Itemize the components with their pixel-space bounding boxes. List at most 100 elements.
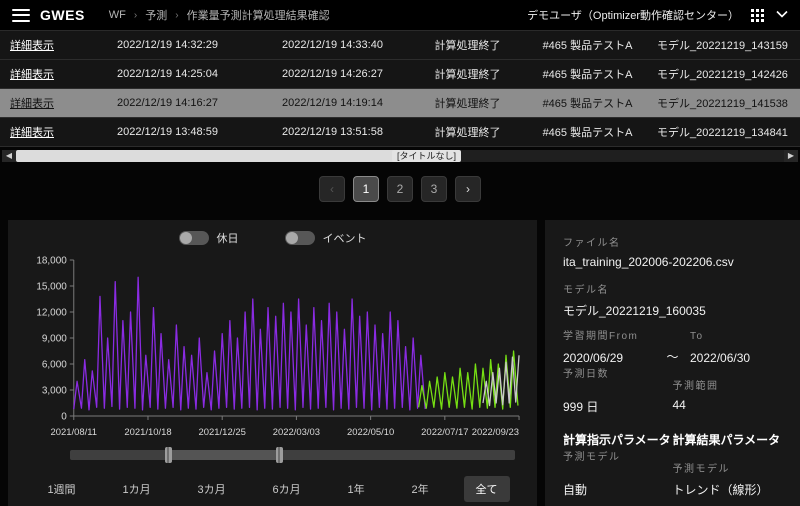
- page-button-1[interactable]: 1: [353, 176, 379, 202]
- table-row[interactable]: 詳細表示 2022/12/19 14:25:04 2022/12/19 14:2…: [0, 60, 800, 89]
- svg-text:12,000: 12,000: [36, 307, 67, 318]
- breadcrumb-separator-icon: ›: [134, 10, 137, 21]
- chart-range-slider[interactable]: [70, 446, 515, 464]
- scrollbar-tooltip: [タイトルなし]: [392, 150, 461, 162]
- forecast-range-label: 予測範囲: [673, 377, 783, 392]
- prev-page-button[interactable]: ‹: [319, 176, 345, 202]
- item-cell: #465 製品テストA: [520, 66, 655, 82]
- status-cell: 計算処理終了: [415, 95, 520, 111]
- event-toggle-label: イベント: [323, 230, 367, 246]
- table-horizontal-scrollbar[interactable]: ◀ ▶ [タイトルなし]: [2, 150, 798, 162]
- toggle-switch-icon[interactable]: [285, 231, 315, 245]
- hamburger-menu-icon[interactable]: [12, 9, 30, 22]
- event-toggle[interactable]: イベント: [285, 230, 367, 246]
- calc-params-header: 計算指示パラメータ: [563, 431, 673, 448]
- toggle-switch-icon[interactable]: [179, 231, 209, 245]
- model-cell: モデル_20221219_134841: [655, 124, 790, 140]
- item-cell: #465 製品テストA: [520, 37, 655, 53]
- svg-text:3,000: 3,000: [42, 385, 67, 396]
- range-button-3[interactable]: 6カ月: [260, 476, 312, 502]
- page-button-3[interactable]: 3: [421, 176, 447, 202]
- svg-text:2022/03/03: 2022/03/03: [273, 427, 320, 438]
- start-time-cell: 2022/12/19 14:16:27: [85, 97, 250, 109]
- item-cell: #465 製品テストA: [520, 95, 655, 111]
- model-name-value: モデル_20221219_160035: [563, 302, 782, 319]
- scroll-right-arrow-icon[interactable]: ▶: [784, 150, 798, 162]
- file-name-value: ita_training_202006-202206.csv: [563, 255, 782, 269]
- slider-track[interactable]: [70, 450, 515, 460]
- detail-link[interactable]: 詳細表示: [10, 66, 85, 82]
- svg-text:15,000: 15,000: [36, 281, 67, 292]
- model-cell: モデル_20221219_141538: [655, 95, 790, 111]
- range-button-0[interactable]: 1週間: [35, 476, 87, 502]
- svg-text:2022/07/17: 2022/07/17: [421, 427, 468, 438]
- svg-text:2022/09/23: 2022/09/23: [472, 427, 519, 438]
- svg-text:9,000: 9,000: [42, 333, 67, 344]
- status-cell: 計算処理終了: [415, 66, 520, 82]
- forecast-days-value: 999 日: [563, 398, 673, 415]
- detail-link[interactable]: 詳細表示: [10, 124, 85, 140]
- result-params-header: 計算結果パラメータ: [673, 431, 783, 448]
- detail-link[interactable]: 詳細表示: [10, 37, 85, 53]
- calc-model-label: 予測モデル: [563, 448, 673, 475]
- start-time-cell: 2022/12/19 13:48:59: [85, 126, 250, 138]
- user-name[interactable]: デモユーザ（Optimizer動作確認センター）: [527, 7, 739, 23]
- forecast-line-chart: 03,0006,0009,00012,00015,00018,0002021/0…: [16, 250, 529, 442]
- holiday-toggle[interactable]: 休日: [179, 230, 239, 246]
- range-button-2[interactable]: 3カ月: [185, 476, 237, 502]
- range-button-6[interactable]: 全て: [464, 476, 510, 502]
- detail-panel: ファイル名 ita_training_202006-202206.csv モデル…: [545, 220, 800, 506]
- app-logo: GWES: [40, 7, 85, 23]
- table-row-selected[interactable]: 詳細表示 2022/12/19 14:16:27 2022/12/19 14:1…: [0, 89, 800, 118]
- top-bar: GWES WF › 予測 › 作業量予測計算処理結果確認 デモユーザ（Optim…: [0, 0, 800, 30]
- end-time-cell: 2022/12/19 14:33:40: [250, 39, 415, 51]
- training-period-from-label: 学習期間From: [563, 327, 655, 342]
- apps-grid-icon[interactable]: [751, 9, 764, 22]
- time-range-buttons: 1週間 1カ月 3カ月 6カ月 1年 2年全て: [16, 476, 529, 502]
- breadcrumb-item-current-page: 作業量予測計算処理結果確認: [187, 7, 330, 23]
- svg-text:2021/12/25: 2021/12/25: [199, 427, 246, 438]
- table-row[interactable]: 詳細表示 2022/12/19 14:32:29 2022/12/19 14:3…: [0, 31, 800, 60]
- end-time-cell: 2022/12/19 14:26:27: [250, 68, 415, 80]
- scrollbar-thumb[interactable]: [16, 150, 396, 162]
- end-time-cell: 2022/12/19 13:51:58: [250, 126, 415, 138]
- end-time-cell: 2022/12/19 14:19:14: [250, 97, 415, 109]
- forecast-range-value: 44: [673, 398, 783, 415]
- training-period-to-value: 2022/06/30: [690, 351, 782, 365]
- next-page-button[interactable]: ›: [455, 176, 481, 202]
- pagination: ‹ 1 2 3 ›: [0, 176, 800, 202]
- result-model-value: トレンド（線形）: [673, 481, 783, 498]
- forecast-days-label: 予測日数: [563, 365, 673, 392]
- holiday-toggle-label: 休日: [217, 230, 239, 246]
- training-period-from-value: 2020/06/29: [563, 351, 655, 365]
- breadcrumb: WF › 予測 › 作業量予測計算処理結果確認: [109, 7, 330, 23]
- breadcrumb-item-forecast[interactable]: 予測: [145, 7, 167, 23]
- chevron-down-icon[interactable]: [776, 9, 788, 21]
- chart-toggles: 休日 イベント: [16, 230, 529, 246]
- calc-model-value: 自動: [563, 481, 673, 498]
- svg-text:2021/08/11: 2021/08/11: [50, 427, 97, 438]
- model-cell: モデル_20221219_143159: [655, 37, 790, 53]
- slider-selected-range[interactable]: [168, 450, 279, 460]
- slider-handle-left[interactable]: [165, 447, 172, 463]
- range-button-5[interactable]: 2年: [400, 476, 441, 502]
- range-button-4[interactable]: 1年: [336, 476, 377, 502]
- slider-handle-right[interactable]: [276, 447, 283, 463]
- table-row[interactable]: 詳細表示 2022/12/19 13:48:59 2022/12/19 13:5…: [0, 118, 800, 147]
- scroll-left-arrow-icon[interactable]: ◀: [2, 150, 16, 162]
- svg-text:6,000: 6,000: [42, 359, 67, 370]
- start-time-cell: 2022/12/19 14:32:29: [85, 39, 250, 51]
- page-button-2[interactable]: 2: [387, 176, 413, 202]
- chart-panel: 休日 イベント 03,0006,0009,00012,00015,00018,0…: [8, 220, 537, 506]
- detail-link[interactable]: 詳細表示: [10, 95, 85, 111]
- start-time-cell: 2022/12/19 14:25:04: [85, 68, 250, 80]
- status-cell: 計算処理終了: [415, 37, 520, 53]
- svg-text:2021/10/18: 2021/10/18: [124, 427, 171, 438]
- status-cell: 計算処理終了: [415, 124, 520, 140]
- breadcrumb-item-wf[interactable]: WF: [109, 9, 126, 21]
- breadcrumb-separator-icon: ›: [175, 10, 178, 21]
- svg-text:0: 0: [61, 411, 67, 422]
- training-period-to-label: To: [690, 331, 782, 342]
- range-button-1[interactable]: 1カ月: [110, 476, 162, 502]
- file-name-label: ファイル名: [563, 234, 782, 249]
